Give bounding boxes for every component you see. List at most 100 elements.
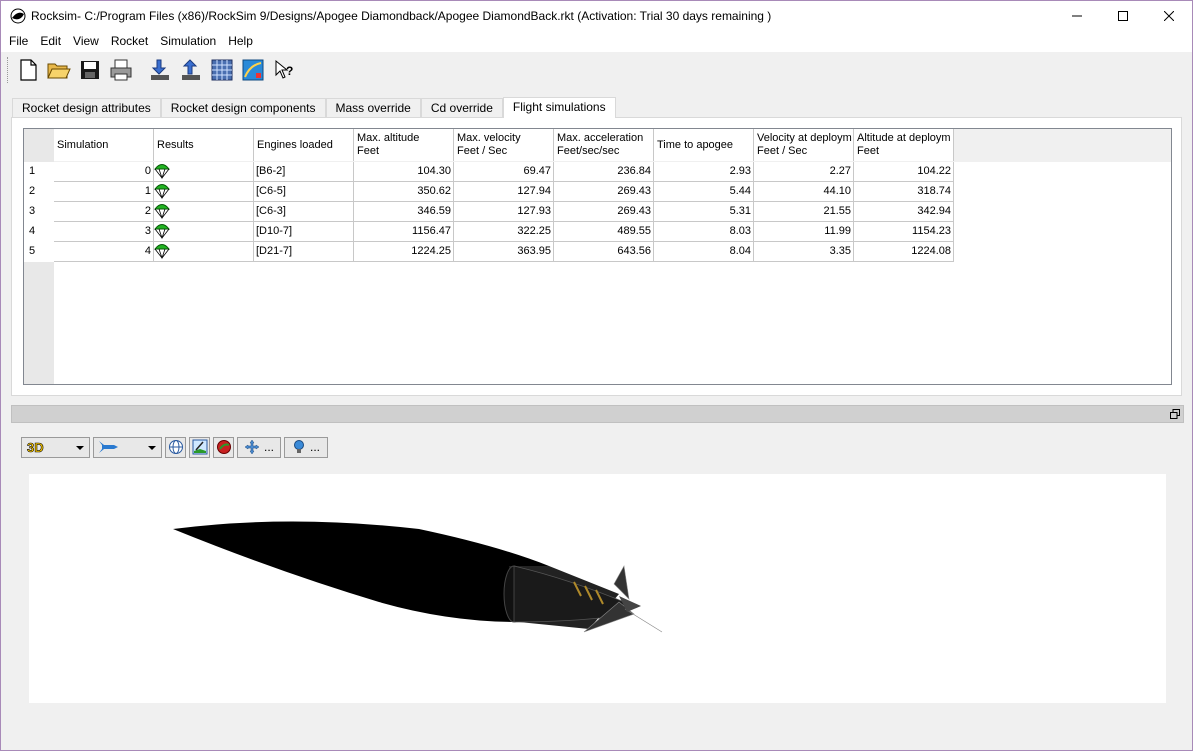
wind-icon: [242, 59, 264, 81]
header-max-velocity[interactable]: Max. velocity Feet / Sec: [454, 129, 554, 161]
cell-results[interactable]: [154, 162, 254, 182]
header-label: Altitude at deploym: [857, 132, 951, 144]
cell-velocity-at-deployment[interactable]: 2.27: [754, 162, 854, 182]
cell-results[interactable]: [154, 242, 254, 262]
import-button[interactable]: [178, 57, 204, 83]
cell-engines-loaded[interactable]: [D21-7]: [254, 242, 354, 262]
cell-altitude-at-deployment[interactable]: 104.22: [854, 162, 954, 182]
cell-altitude-at-deployment[interactable]: 1154.23: [854, 222, 954, 242]
cell-simulation[interactable]: 4: [54, 242, 154, 262]
cell-velocity-at-deployment[interactable]: 11.99: [754, 222, 854, 242]
cell-simulation[interactable]: 1: [54, 182, 154, 202]
print-button[interactable]: [108, 57, 134, 83]
context-help-button[interactable]: ?: [271, 57, 297, 83]
cell-results[interactable]: [154, 222, 254, 242]
cell-max-altitude[interactable]: 104.30: [354, 162, 454, 182]
launch-site-icon: [192, 439, 207, 455]
row-number[interactable]: 4: [24, 222, 54, 242]
cell-max-velocity[interactable]: 322.25: [454, 222, 554, 242]
header-engines-loaded[interactable]: Engines loaded: [254, 129, 354, 161]
cell-max-acceleration[interactable]: 643.56: [554, 242, 654, 262]
lighting-button[interactable]: ...: [284, 436, 328, 458]
globe-view-button[interactable]: [165, 436, 186, 458]
cell-time-to-apogee[interactable]: 8.03: [654, 222, 754, 242]
cell-velocity-at-deployment[interactable]: 44.10: [754, 182, 854, 202]
view-mode-select[interactable]: 3D: [21, 436, 90, 458]
header-unit: Feet / Sec: [457, 145, 508, 157]
cell-max-altitude[interactable]: 350.62: [354, 182, 454, 202]
cell-time-to-apogee[interactable]: 5.31: [654, 202, 754, 222]
close-button[interactable]: [1146, 1, 1192, 31]
tab-cd-override[interactable]: Cd override: [420, 98, 503, 118]
header-time-to-apogee[interactable]: Time to apogee: [654, 129, 754, 161]
cell-altitude-at-deployment[interactable]: 318.74: [854, 182, 954, 202]
cell-time-to-apogee[interactable]: 2.93: [654, 162, 754, 182]
minimize-button[interactable]: [1054, 1, 1100, 31]
move-view-button[interactable]: ...: [237, 436, 281, 458]
menu-view[interactable]: View: [67, 31, 105, 52]
grid-button[interactable]: [209, 57, 235, 83]
cell-max-velocity[interactable]: 69.47: [454, 162, 554, 182]
cell-max-acceleration[interactable]: 236.84: [554, 162, 654, 182]
header-results[interactable]: Results: [154, 129, 254, 161]
tab-rocket-design-attributes[interactable]: Rocket design attributes: [12, 98, 161, 118]
export-button[interactable]: [147, 57, 173, 83]
cell-max-velocity[interactable]: 363.95: [454, 242, 554, 262]
header-velocity-at-deployment[interactable]: Velocity at deploym Feet / Sec: [754, 129, 854, 161]
panel-splitter[interactable]: [11, 405, 1184, 423]
cell-time-to-apogee[interactable]: 5.44: [654, 182, 754, 202]
tab-flight-simulations[interactable]: Flight simulations: [502, 97, 616, 118]
cell-simulation[interactable]: 2: [54, 202, 154, 222]
cell-max-altitude[interactable]: 346.59: [354, 202, 454, 222]
header-max-acceleration[interactable]: Max. acceleration Feet/sec/sec: [554, 129, 654, 161]
cell-altitude-at-deployment[interactable]: 342.94: [854, 202, 954, 222]
cell-time-to-apogee[interactable]: 8.04: [654, 242, 754, 262]
maximize-button[interactable]: [1100, 1, 1146, 31]
save-button[interactable]: [77, 57, 103, 83]
cell-engines-loaded[interactable]: [D10-7]: [254, 222, 354, 242]
open-button[interactable]: [46, 57, 72, 83]
render-button[interactable]: [213, 436, 234, 458]
row-number[interactable]: 2: [24, 182, 54, 202]
rocket-view-select[interactable]: [93, 436, 162, 458]
cell-max-acceleration[interactable]: 269.43: [554, 202, 654, 222]
cell-results[interactable]: [154, 202, 254, 222]
header-altitude-at-deployment[interactable]: Altitude at deploym Feet: [854, 129, 954, 161]
tab-mass-override[interactable]: Mass override: [325, 98, 421, 118]
minimize-icon: [1072, 15, 1082, 17]
cell-engines-loaded[interactable]: [C6-3]: [254, 202, 354, 222]
wind-button[interactable]: [240, 57, 266, 83]
menu-help[interactable]: Help: [222, 31, 259, 52]
new-file-button[interactable]: [15, 57, 41, 83]
chevron-down-icon: [76, 445, 84, 450]
header-max-altitude[interactable]: Max. altitude Feet: [354, 129, 454, 161]
cell-velocity-at-deployment[interactable]: 3.35: [754, 242, 854, 262]
cell-engines-loaded[interactable]: [C6-5]: [254, 182, 354, 202]
menu-simulation[interactable]: Simulation: [154, 31, 222, 52]
cell-simulation[interactable]: 3: [54, 222, 154, 242]
rocket-3d-viewport[interactable]: [29, 474, 1166, 703]
row-number[interactable]: 3: [24, 202, 54, 222]
cell-engines-loaded[interactable]: [B6-2]: [254, 162, 354, 182]
cell-results[interactable]: [154, 182, 254, 202]
cell-max-altitude[interactable]: 1156.47: [354, 222, 454, 242]
cell-max-velocity[interactable]: 127.94: [454, 182, 554, 202]
cell-max-velocity[interactable]: 127.93: [454, 202, 554, 222]
menu-rocket[interactable]: Rocket: [105, 31, 154, 52]
row-number[interactable]: 5: [24, 242, 54, 262]
header-simulation[interactable]: Simulation: [54, 129, 154, 161]
cell-max-acceleration[interactable]: 489.55: [554, 222, 654, 242]
launch-site-button[interactable]: [189, 436, 210, 458]
toolbar-grip[interactable]: [7, 57, 10, 83]
restore-window-icon[interactable]: [1170, 409, 1180, 419]
cell-max-altitude[interactable]: 1224.25: [354, 242, 454, 262]
tab-rocket-design-components[interactable]: Rocket design components: [160, 98, 326, 118]
cell-altitude-at-deployment[interactable]: 1224.08: [854, 242, 954, 262]
row-number[interactable]: 1: [24, 162, 54, 182]
design-tabs: Rocket design attributes Rocket design c…: [12, 97, 616, 118]
cell-simulation[interactable]: 0: [54, 162, 154, 182]
cell-max-acceleration[interactable]: 269.43: [554, 182, 654, 202]
menu-file[interactable]: File: [3, 31, 34, 52]
menu-edit[interactable]: Edit: [34, 31, 67, 52]
cell-velocity-at-deployment[interactable]: 21.55: [754, 202, 854, 222]
